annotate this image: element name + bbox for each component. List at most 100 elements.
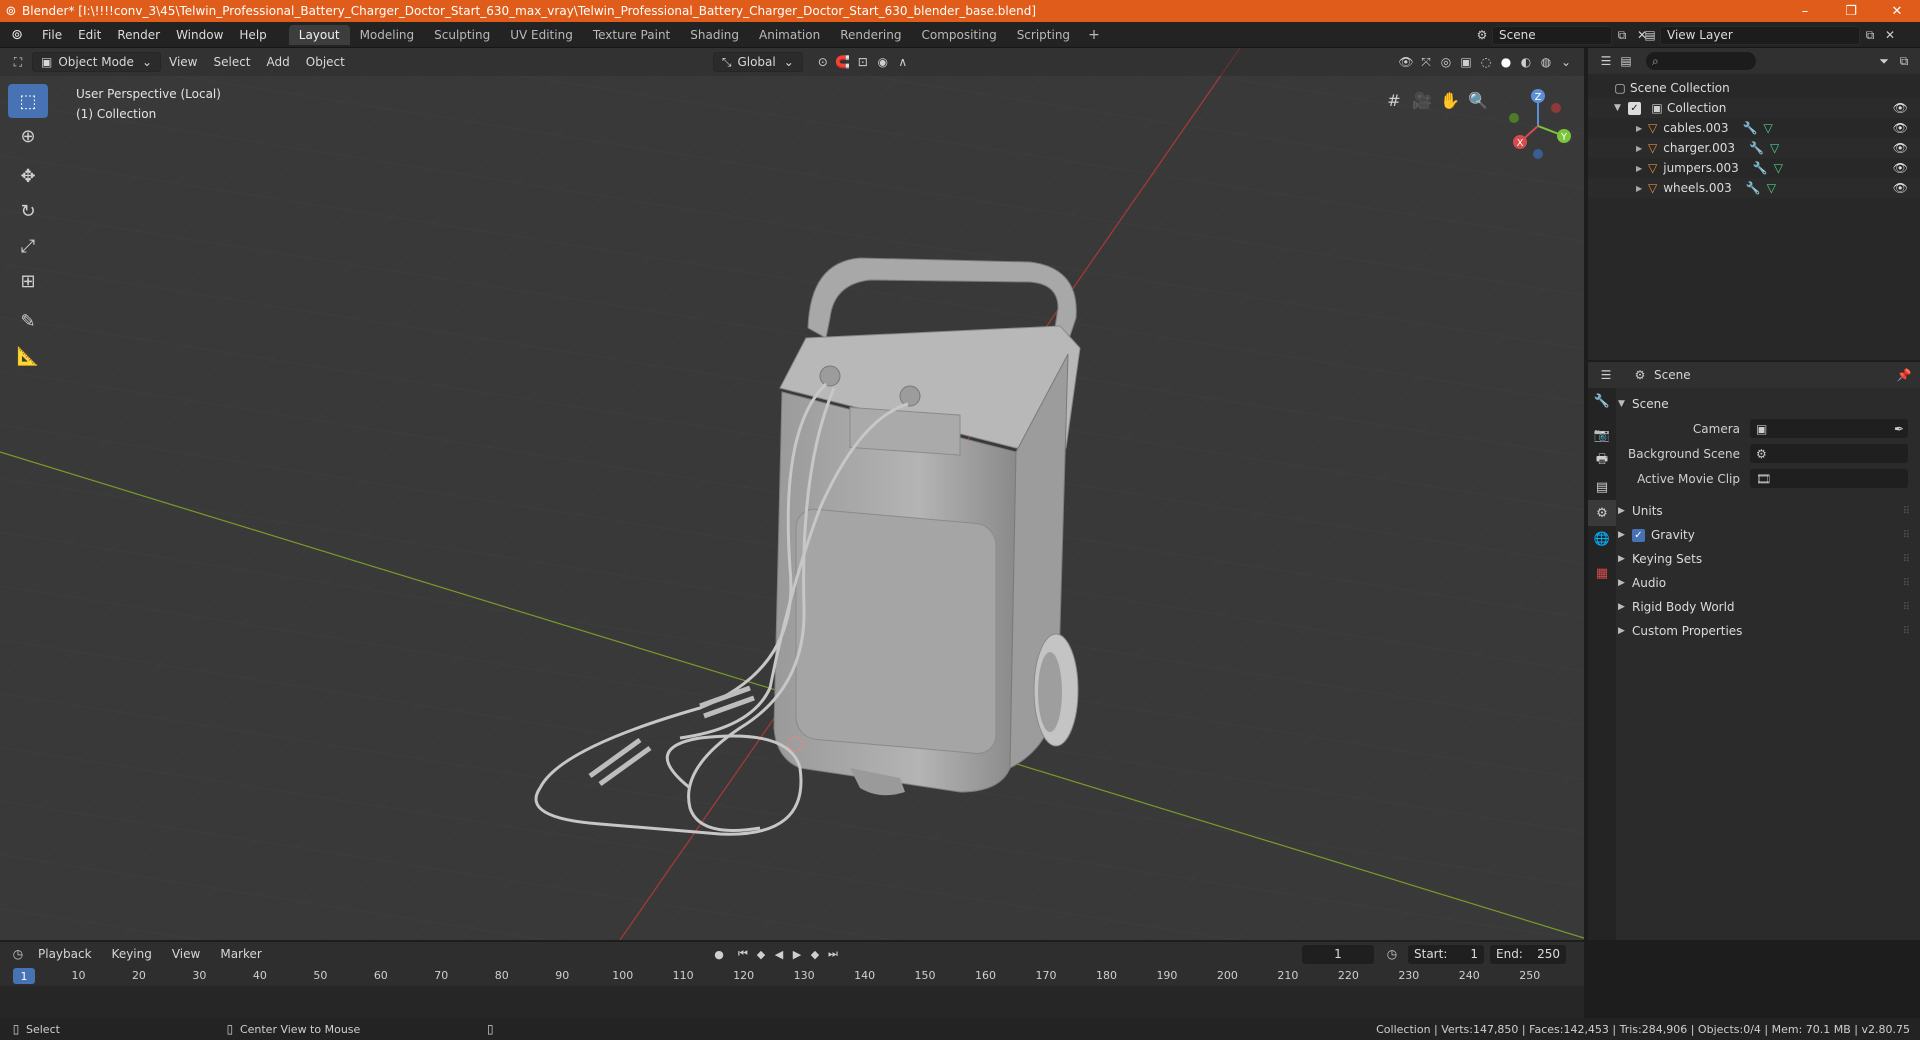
drag-grip-icon[interactable]: ⠿	[1903, 554, 1910, 565]
new-scene-icon[interactable]: ⧉	[1612, 25, 1632, 45]
jump-start-icon[interactable]: ⏮	[734, 945, 752, 963]
menu-select[interactable]: Select	[205, 55, 258, 69]
tree-item-cables[interactable]: ▶ ▽ cables.003 🔧 ▽ 👁	[1588, 118, 1920, 138]
tab-compositing[interactable]: Compositing	[911, 25, 1006, 45]
delete-view-layer-icon[interactable]: ✕	[1880, 25, 1900, 45]
modifier-icon[interactable]: 🔧	[1749, 141, 1764, 155]
eye-icon[interactable]: 👁	[1893, 181, 1908, 195]
properties-editor-icon[interactable]: ☰	[1596, 365, 1616, 385]
rigid-body-world-panel-header[interactable]: ▶ Rigid Body World ⠿	[1618, 595, 1916, 619]
navigation-gizmo[interactable]: Z Y X	[1500, 84, 1580, 164]
view-layer-tab-icon[interactable]: ▤	[1588, 474, 1616, 500]
filter-icon[interactable]: ⏷	[1874, 51, 1894, 71]
tree-item-wheels[interactable]: ▶ ▽ wheels.003 🔧 ▽ 👁	[1588, 178, 1920, 198]
active-movie-clip-field[interactable]: 🎞	[1750, 469, 1908, 488]
menu-playback[interactable]: Playback	[28, 947, 102, 961]
scale-tool-icon[interactable]: ⤢	[8, 229, 48, 263]
display-mode-icon[interactable]: ▤	[1616, 51, 1636, 71]
editor-type-icon[interactable]: ⛶	[8, 52, 28, 72]
3d-viewport[interactable]: ⛶ ▣ Object Mode ⌄ View Select Add Object ⤡…	[0, 48, 1584, 940]
drag-grip-icon[interactable]: ⠿	[1903, 602, 1910, 613]
visibility-icon[interactable]: 👁	[1396, 52, 1416, 72]
solid-shading-icon[interactable]: ●	[1496, 52, 1516, 72]
gravity-panel-header[interactable]: ▶ ✓ Gravity ⠿	[1618, 523, 1916, 547]
menu-edit[interactable]: Edit	[70, 28, 109, 42]
menu-timeline-view[interactable]: View	[162, 947, 210, 961]
blender-menu-icon[interactable]: ⊚	[0, 27, 34, 43]
add-workspace-icon[interactable]: +	[1080, 27, 1108, 43]
grid-view-icon[interactable]: #	[1380, 86, 1408, 114]
xray-icon[interactable]: ▣	[1456, 52, 1476, 72]
rotate-tool-icon[interactable]: ↻	[8, 194, 48, 228]
playhead-label[interactable]: 1	[13, 968, 36, 984]
expand-arrow-icon[interactable]: ▼	[1614, 103, 1628, 113]
menu-file[interactable]: File	[34, 28, 70, 42]
mesh-data-icon[interactable]: ▽	[1763, 121, 1772, 135]
gizmo-neg-x-icon[interactable]	[1551, 103, 1561, 113]
play-icon[interactable]: ▶	[788, 945, 806, 963]
scene-tab-icon[interactable]: ⚙	[1588, 500, 1616, 526]
transform-tool-icon[interactable]: ⊞	[8, 264, 48, 298]
menu-window[interactable]: Window	[168, 28, 231, 42]
tree-item-charger[interactable]: ▶ ▽ charger.003 🔧 ▽ 👁	[1588, 138, 1920, 158]
restore-icon[interactable]: ❐	[1828, 0, 1874, 22]
new-view-layer-icon[interactable]: ⧉	[1860, 25, 1880, 45]
zoom-view-icon[interactable]: 🔍	[1464, 86, 1492, 114]
menu-render[interactable]: Render	[109, 28, 168, 42]
gizmo-toggle-icon[interactable]: ⤧	[1416, 52, 1436, 72]
rendered-shading-icon[interactable]: ◍	[1536, 52, 1556, 72]
measure-tool-icon[interactable]: 📐	[8, 339, 48, 373]
overlay-icon[interactable]: ◎	[1436, 52, 1456, 72]
prev-keyframe-icon[interactable]: ◆	[752, 945, 770, 963]
modifier-icon[interactable]: 🔧	[1743, 121, 1758, 135]
drag-grip-icon[interactable]: ⠿	[1903, 530, 1910, 541]
camera-view-icon[interactable]: 🎥	[1408, 86, 1436, 114]
expand-arrow-icon[interactable]: ▶	[1636, 164, 1648, 173]
tab-layout[interactable]: Layout	[288, 24, 350, 45]
menu-add[interactable]: Add	[259, 55, 298, 69]
play-reverse-icon[interactable]: ◀	[770, 945, 788, 963]
audio-panel-header[interactable]: ▶ Audio ⠿	[1618, 571, 1916, 595]
camera-field[interactable]: ▣ ✒	[1750, 419, 1908, 438]
timeline-track[interactable]	[0, 986, 1584, 1018]
mesh-data-icon[interactable]: ▽	[1767, 181, 1776, 195]
select-box-tool-icon[interactable]: ⬚	[8, 84, 48, 118]
proportional-edit-icon[interactable]: ◉	[873, 52, 893, 72]
output-tab-icon[interactable]: 🖶	[1588, 448, 1616, 474]
tool-tab-icon[interactable]: 🔧	[1588, 388, 1616, 414]
tree-item-collection[interactable]: ▼ ✓ ▣ Collection 👁	[1588, 98, 1920, 118]
minimize-icon[interactable]: –	[1782, 0, 1828, 22]
menu-object[interactable]: Object	[298, 55, 353, 69]
tab-texture-paint[interactable]: Texture Paint	[583, 25, 680, 45]
new-collection-icon[interactable]: ⧉	[1894, 51, 1914, 71]
world-tab-icon[interactable]: 🌐	[1588, 526, 1616, 552]
pivot-icon[interactable]: ⊙	[813, 52, 833, 72]
tree-item-scene-collection[interactable]: ▢ Scene Collection	[1588, 78, 1920, 98]
view-layer-icon[interactable]: ▤	[1640, 25, 1660, 45]
timeline-editor-icon[interactable]: ◷	[8, 944, 28, 964]
wireframe-shading-icon[interactable]: ◌	[1476, 52, 1496, 72]
gizmo-neg-z-icon[interactable]	[1533, 149, 1543, 159]
snap-icon[interactable]: 🧲	[833, 52, 853, 72]
tab-modeling[interactable]: Modeling	[350, 25, 425, 45]
drag-grip-icon[interactable]: ⠿	[1903, 506, 1910, 517]
texture-tab-icon[interactable]: ▦	[1588, 560, 1616, 586]
jump-end-icon[interactable]: ⏭	[824, 945, 842, 963]
outliner-editor-icon[interactable]: ☰	[1596, 51, 1616, 71]
move-tool-icon[interactable]: ✥	[8, 159, 48, 193]
expand-arrow-icon[interactable]: ▶	[1636, 144, 1648, 153]
eye-icon[interactable]: 👁	[1893, 121, 1908, 135]
material-shading-icon[interactable]: ◐	[1516, 52, 1536, 72]
tab-rendering[interactable]: Rendering	[830, 25, 911, 45]
mode-dropdown[interactable]: ▣ Object Mode ⌄	[32, 52, 161, 72]
annotate-tool-icon[interactable]: ✎	[8, 304, 48, 338]
close-icon[interactable]: ✕	[1874, 0, 1920, 22]
eye-icon[interactable]: 👁	[1893, 161, 1908, 175]
clock-icon[interactable]: ◷	[1382, 944, 1402, 964]
drag-grip-icon[interactable]: ⠿	[1903, 626, 1910, 637]
mesh-data-icon[interactable]: ▽	[1774, 161, 1783, 175]
tree-item-jumpers[interactable]: ▶ ▽ jumpers.003 🔧 ▽ 👁	[1588, 158, 1920, 178]
modifier-icon[interactable]: 🔧	[1746, 181, 1761, 195]
next-keyframe-icon[interactable]: ◆	[806, 945, 824, 963]
eye-icon[interactable]: 👁	[1893, 101, 1908, 115]
